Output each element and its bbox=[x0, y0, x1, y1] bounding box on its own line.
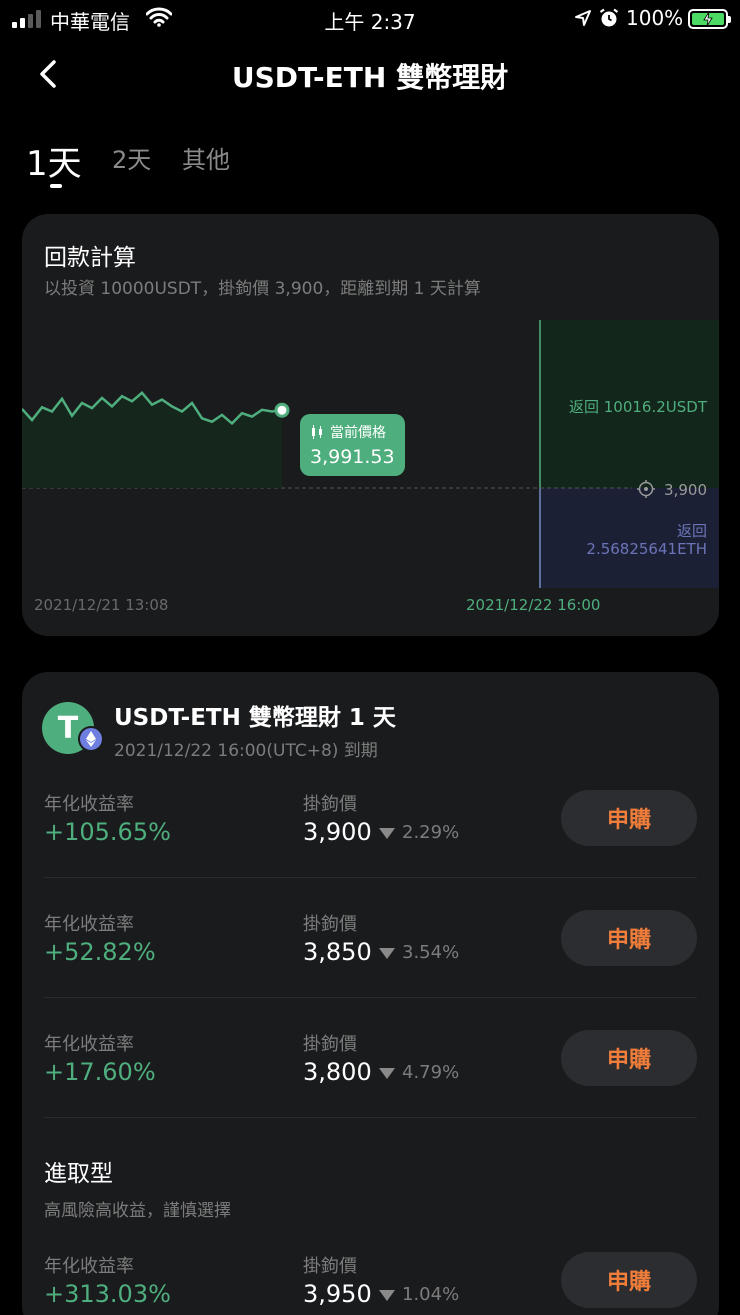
active-tab-indicator bbox=[50, 184, 62, 188]
down-triangle-icon bbox=[379, 828, 395, 839]
location-arrow-icon bbox=[575, 10, 591, 26]
crosshair-icon bbox=[637, 480, 655, 498]
strike-label: 掛鉤價 bbox=[303, 1256, 357, 1277]
battery-percentage: 100% bbox=[626, 6, 684, 30]
aggressive-section-title: 進取型 bbox=[44, 1161, 113, 1187]
strike-distance: 3.54% bbox=[402, 942, 460, 963]
chart-end-date: 2021/12/22 16:00 bbox=[466, 596, 601, 614]
current-price-dot bbox=[274, 402, 290, 418]
tab-other[interactable]: 其他 bbox=[182, 140, 230, 175]
calc-card-subtitle: 以投資 10000USDT，掛鉤價 3,900，距離到期 1 天計算 bbox=[44, 279, 481, 299]
current-price-label: 當前價格 bbox=[330, 425, 386, 441]
down-triangle-icon bbox=[379, 1290, 395, 1301]
return-eth-value: 2.56825641ETH bbox=[586, 540, 707, 558]
return-eth-label: 返回 bbox=[676, 522, 707, 540]
subscribe-button[interactable]: 申購 bbox=[561, 1030, 697, 1086]
apy-value: +52.82% bbox=[44, 938, 156, 966]
divider bbox=[44, 1117, 697, 1118]
strike-value: 3,850 bbox=[303, 938, 372, 966]
strike-price-label: 3,900 bbox=[664, 481, 707, 499]
divider bbox=[44, 997, 697, 998]
calc-card-title: 回款計算 bbox=[44, 245, 136, 271]
product-card: T USDT-ETH 雙幣理財 1 天 2021/12/22 16:00(UTC… bbox=[22, 672, 719, 1315]
subscribe-button[interactable]: 申購 bbox=[561, 910, 697, 966]
strike-value: 3,950 bbox=[303, 1280, 372, 1308]
aggressive-section-subtitle: 高風險高收益，謹慎選擇 bbox=[44, 1201, 231, 1221]
product-row: 年化收益率 +313.03% 掛鉤價 3,950 1.04% 申購 bbox=[22, 1252, 719, 1315]
strike-label: 掛鉤價 bbox=[303, 1034, 357, 1055]
apy-label: 年化收益率 bbox=[44, 1034, 134, 1055]
apy-value: +105.65% bbox=[44, 818, 171, 846]
eth-coin-icon bbox=[78, 726, 104, 752]
apy-label: 年化收益率 bbox=[44, 794, 134, 815]
alarm-icon bbox=[599, 8, 619, 27]
strike-distance: 4.79% bbox=[402, 1062, 460, 1083]
candlestick-icon bbox=[312, 425, 322, 439]
divider bbox=[44, 877, 697, 878]
apy-label: 年化收益率 bbox=[44, 914, 134, 935]
strike-distance: 2.29% bbox=[402, 822, 460, 843]
tab-1-day[interactable]: 1天 bbox=[26, 136, 82, 185]
current-price-tooltip: 當前價格 3,991.53 bbox=[300, 414, 405, 476]
down-triangle-icon bbox=[379, 948, 395, 959]
price-area bbox=[22, 392, 282, 488]
status-bar: 中華電信 上午 2:37 100% bbox=[0, 0, 740, 40]
battery-charging-icon bbox=[688, 9, 731, 29]
current-price-value: 3,991.53 bbox=[310, 446, 395, 468]
down-triangle-icon bbox=[379, 1068, 395, 1079]
strike-value: 3,900 bbox=[303, 818, 372, 846]
apy-label: 年化收益率 bbox=[44, 1256, 134, 1277]
page-title: USDT-ETH 雙幣理財 bbox=[231, 61, 509, 94]
strike-distance: 1.04% bbox=[402, 1284, 460, 1305]
product-row: 年化收益率 +52.82% 掛鉤價 3,850 3.54% 申購 bbox=[22, 910, 719, 1030]
product-row: 年化收益率 +105.65% 掛鉤價 3,900 2.29% 申購 bbox=[22, 790, 719, 910]
apy-value: +17.60% bbox=[44, 1058, 156, 1086]
chart-start-date: 2021/12/21 13:08 bbox=[34, 596, 169, 614]
subscribe-button[interactable]: 申購 bbox=[561, 1252, 697, 1308]
subscribe-button[interactable]: 申購 bbox=[561, 790, 697, 846]
tab-2-days[interactable]: 2天 bbox=[112, 140, 151, 175]
return-usdt-label: 返回 10016.2USDT bbox=[568, 398, 707, 416]
payout-calculation-card: 回款計算 以投資 10000USDT，掛鉤價 3,900，距離到期 1 天計算 … bbox=[22, 214, 719, 636]
product-row: 年化收益率 +17.60% 掛鉤價 3,800 4.79% 申購 bbox=[22, 1030, 719, 1150]
apy-value: +313.03% bbox=[44, 1280, 171, 1308]
strike-label: 掛鉤價 bbox=[303, 914, 357, 935]
product-title: USDT-ETH 雙幣理財 1 天 bbox=[114, 705, 396, 731]
product-expiry: 2021/12/22 16:00(UTC+8) 到期 bbox=[114, 741, 378, 761]
strike-label: 掛鉤價 bbox=[303, 794, 357, 815]
strike-value: 3,800 bbox=[303, 1058, 372, 1086]
